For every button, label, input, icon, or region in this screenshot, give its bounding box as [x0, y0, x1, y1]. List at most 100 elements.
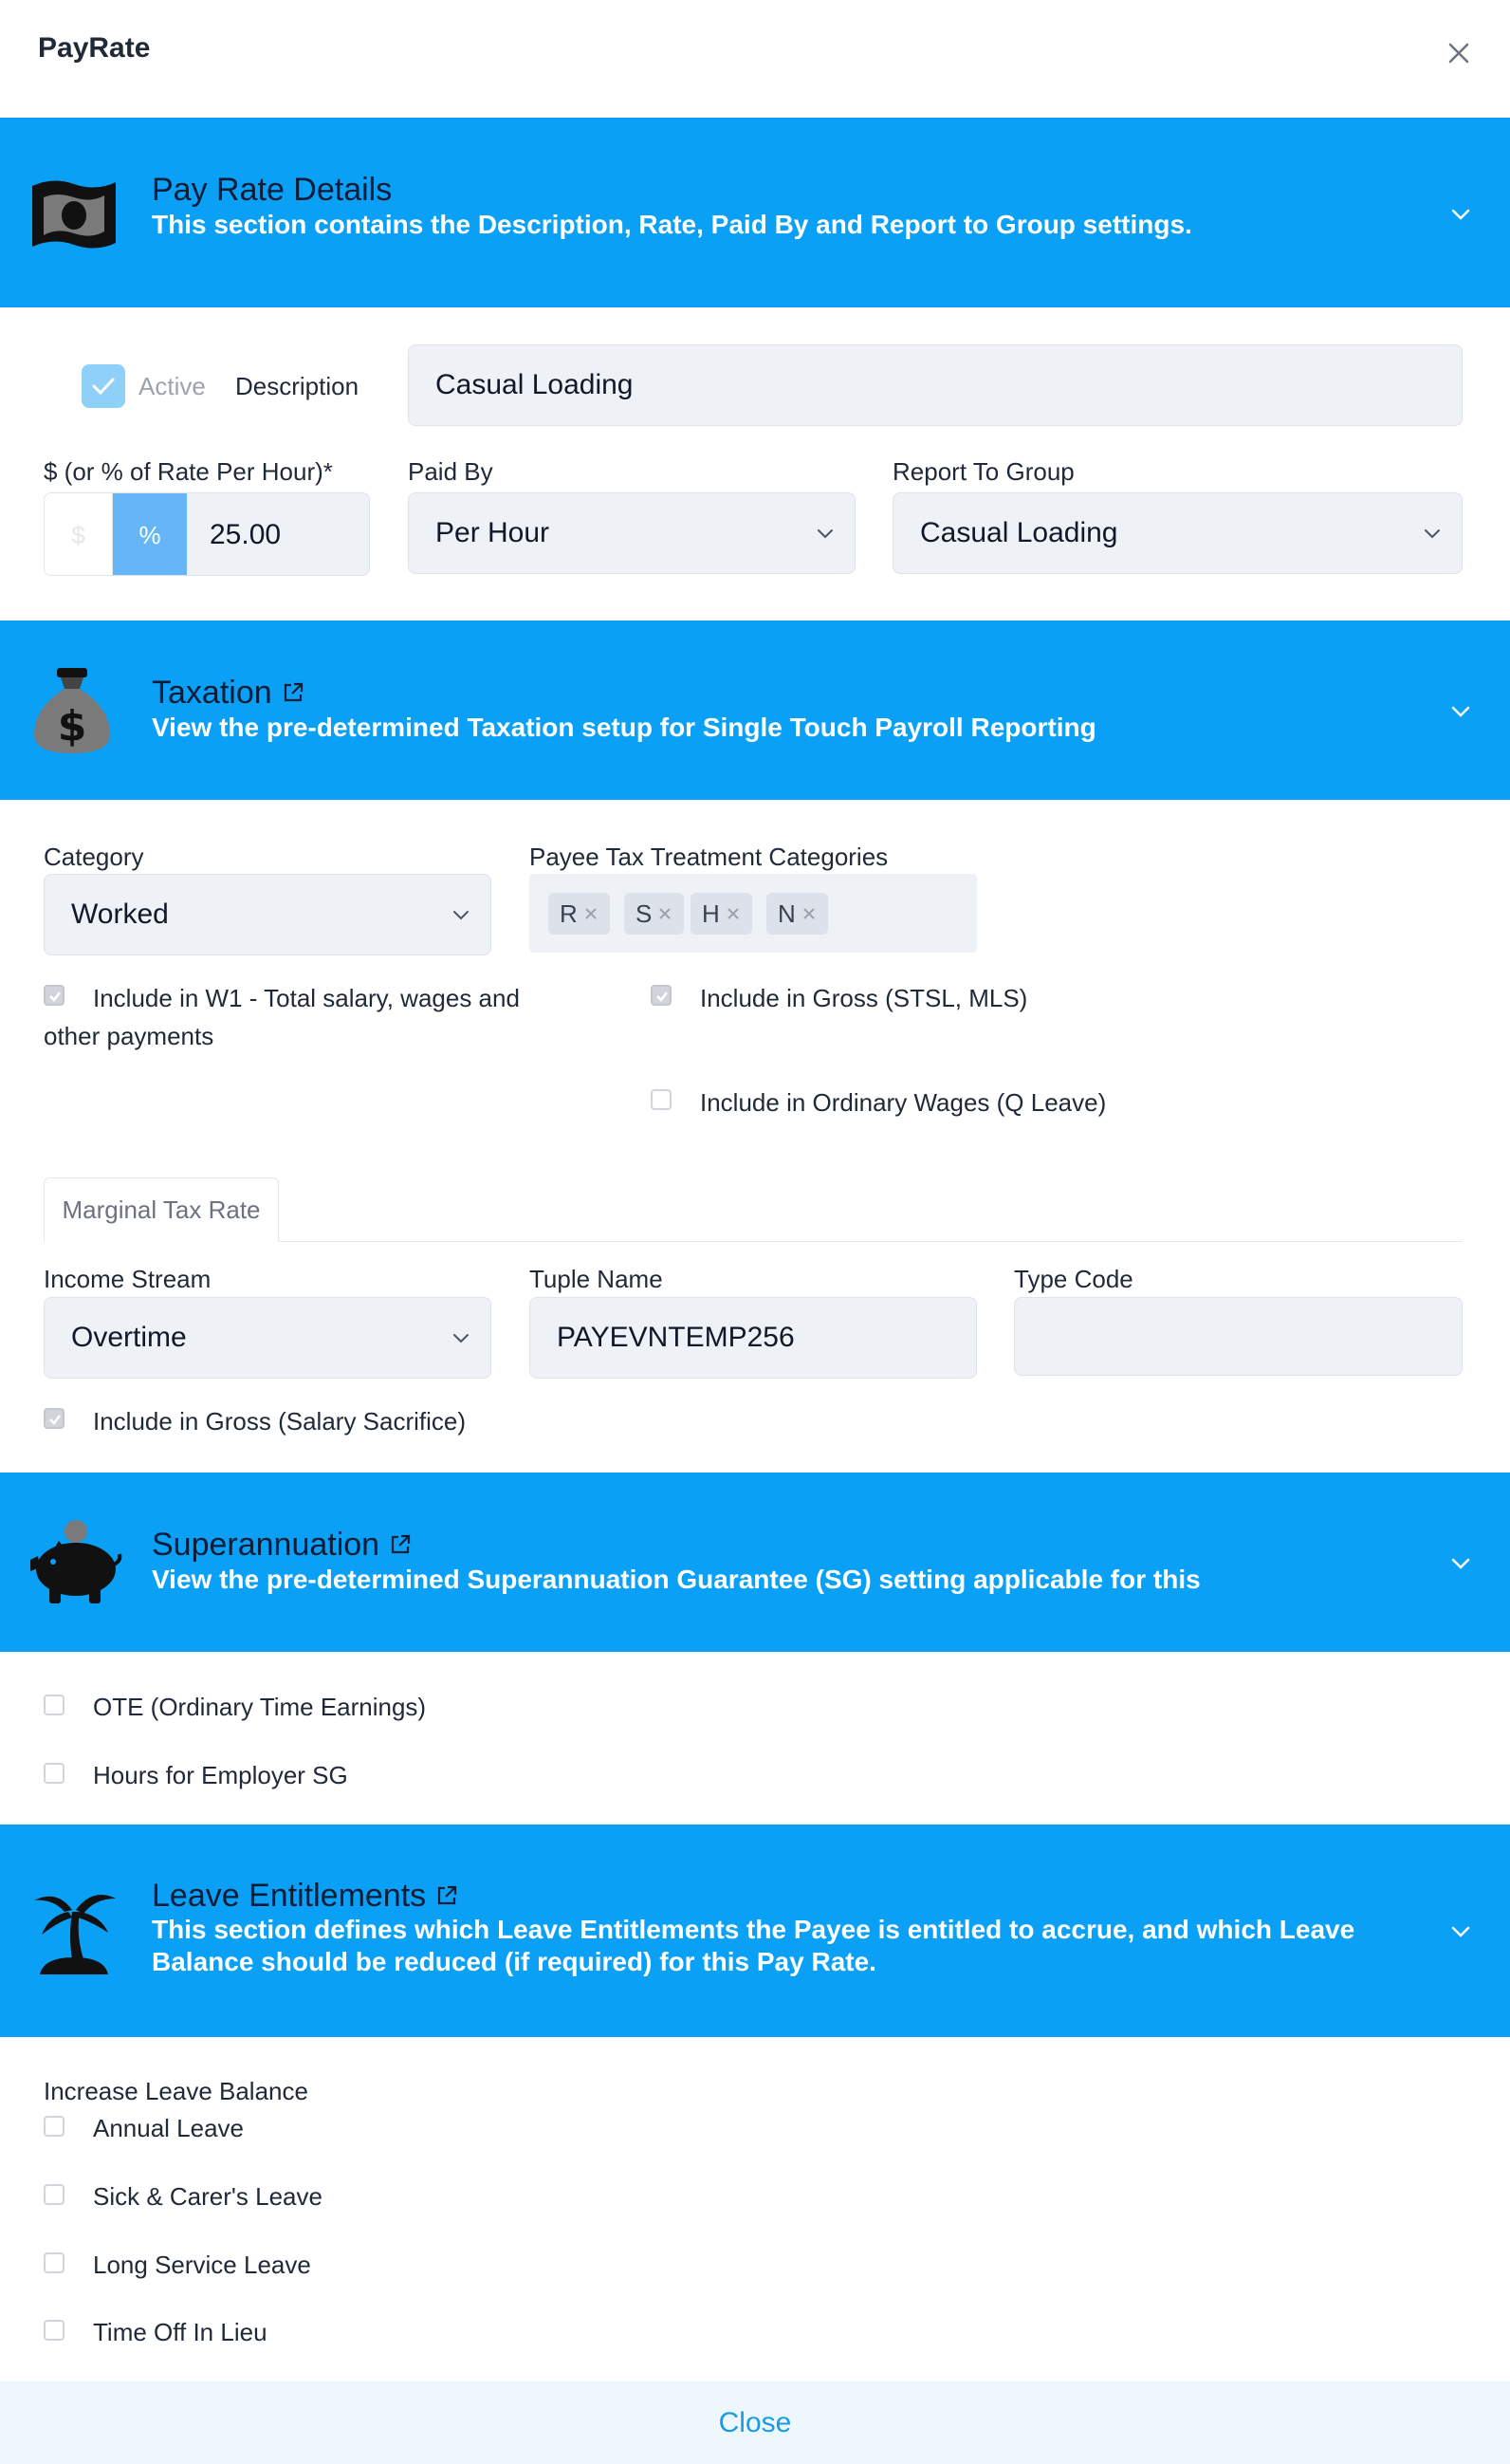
chevron-down-icon	[1425, 529, 1440, 539]
treatment-chip[interactable]: R	[548, 893, 610, 935]
leave-section-title: Leave Entitlements	[152, 1877, 460, 1915]
chip-label: N	[778, 899, 796, 928]
type-code-label: Type Code	[1014, 1265, 1133, 1293]
external-link-icon[interactable]	[387, 1531, 414, 1558]
leave-section-header[interactable]: Leave Entitlements This section defines …	[0, 1825, 1510, 2037]
percent-toggle[interactable]: %	[113, 493, 187, 575]
treatment-multiselect[interactable]: R S H N	[529, 874, 977, 953]
chip-label: S	[635, 899, 653, 928]
income-stream-value: Overtime	[71, 1322, 187, 1353]
pay-rate-section-header[interactable]: Pay Rate Details This section contains t…	[0, 118, 1510, 307]
chevron-down-icon	[818, 529, 833, 539]
taxation-section-subtitle: View the pre-determined Taxation setup f…	[152, 713, 1096, 742]
leave-section-subtitle: This section defines which Leave Entitle…	[152, 1915, 1355, 1976]
super-title-text: Superannuation	[152, 1527, 380, 1563]
super-section-subtitle: View the pre-determined Superannuation G…	[152, 1565, 1201, 1594]
time-off-in-lieu-label: Time Off In Lieu	[93, 2318, 267, 2346]
ote-checkbox[interactable]	[44, 1695, 64, 1715]
external-link-icon[interactable]	[433, 1882, 460, 1909]
long-service-leave-checkbox[interactable]	[44, 2252, 64, 2273]
sick-leave-label: Sick & Carer's Leave	[93, 2182, 322, 2211]
long-service-leave-label: Long Service Leave	[93, 2251, 311, 2279]
type-code-input[interactable]	[1014, 1297, 1463, 1376]
check-icon	[656, 991, 668, 1002]
description-input[interactable]: Casual Loading	[408, 344, 1463, 426]
island-icon	[34, 1895, 116, 1974]
close-button[interactable]: Close	[0, 2381, 1510, 2464]
chevron-down-icon	[1451, 1926, 1470, 1937]
taxation-section-header[interactable]: $ Taxation View the pre-determined Taxat…	[0, 621, 1510, 800]
pay-rate-section-title: Pay Rate Details	[152, 172, 393, 208]
money-bag-icon: $	[34, 668, 110, 753]
chevron-down-icon	[1451, 209, 1470, 220]
chip-label: R	[560, 899, 578, 928]
w1-checkbox[interactable]	[44, 985, 64, 1006]
external-link-icon[interactable]	[280, 679, 306, 706]
treatment-label: Payee Tax Treatment Categories	[529, 843, 889, 871]
category-value: Worked	[71, 899, 169, 930]
dollar-toggle[interactable]: $	[45, 493, 113, 575]
remove-icon[interactable]	[801, 906, 817, 921]
close-icon[interactable]	[1440, 34, 1478, 72]
ordinary-wages-label: Include in Ordinary Wages (Q Leave)	[700, 1088, 1107, 1117]
chevron-down-icon	[453, 1334, 469, 1343]
annual-leave-checkbox[interactable]	[44, 2116, 64, 2137]
check-icon	[92, 378, 115, 396]
treatment-chip[interactable]: N	[766, 893, 828, 935]
remove-icon[interactable]	[583, 906, 598, 921]
money-bill-icon	[32, 180, 116, 249]
chevron-down-icon	[1451, 1558, 1470, 1569]
report-group-select[interactable]: Casual Loading	[893, 492, 1463, 574]
salary-sacrifice-checkbox[interactable]	[44, 1408, 64, 1429]
treatment-chip[interactable]: S	[624, 893, 685, 935]
ote-label: OTE (Ordinary Time Earnings)	[93, 1693, 427, 1721]
tuple-name-input[interactable]: PAYEVNTEMP256	[529, 1297, 977, 1379]
modal-header: PayRate	[0, 0, 1510, 118]
leave-title-text: Leave Entitlements	[152, 1878, 427, 1914]
piggy-bank-icon	[30, 1520, 122, 1603]
taxation-section-title: Taxation	[152, 674, 306, 712]
chevron-down-icon	[1451, 706, 1470, 717]
modal-footer: Close	[0, 2381, 1510, 2464]
gross-stsl-checkbox[interactable]	[651, 985, 672, 1006]
tab-divider	[279, 1241, 1463, 1242]
remove-icon[interactable]	[726, 906, 741, 921]
treatment-chip[interactable]: H	[691, 893, 752, 935]
super-section-title: Superannuation	[152, 1526, 414, 1564]
hours-sg-label: Hours for Employer SG	[93, 1761, 348, 1789]
sick-leave-checkbox[interactable]	[44, 2184, 64, 2205]
ordinary-wages-checkbox[interactable]	[651, 1089, 672, 1110]
report-group-label: Report To Group	[893, 457, 1075, 486]
time-off-in-lieu-checkbox[interactable]	[44, 2320, 64, 2341]
rate-input-group: $ % 25.00	[44, 492, 370, 576]
chevron-down-icon	[453, 911, 469, 920]
pay-rate-section-subtitle: This section contains the Description, R…	[152, 210, 1192, 239]
w1-label-line1: Include in W1 - Total salary, wages and	[93, 984, 520, 1012]
income-stream-select[interactable]: Overtime	[44, 1297, 491, 1379]
remove-icon[interactable]	[657, 906, 672, 921]
tuple-name-label: Tuple Name	[529, 1265, 663, 1293]
description-label: Description	[235, 372, 359, 400]
active-checkbox[interactable]	[82, 364, 125, 408]
annual-leave-label: Annual Leave	[93, 2114, 245, 2142]
svg-text:$: $	[58, 702, 87, 750]
modal-title: PayRate	[38, 32, 151, 64]
hours-sg-checkbox[interactable]	[44, 1763, 64, 1784]
rate-input[interactable]: 25.00	[187, 493, 369, 575]
rate-label: $ (or % of Rate Per Hour)*	[44, 457, 333, 486]
super-section-header[interactable]: Superannuation View the pre-determined S…	[0, 1473, 1510, 1652]
chip-label: H	[702, 899, 720, 928]
paid-by-select[interactable]: Per Hour	[408, 492, 856, 574]
tab-marginal-tax-rate[interactable]: Marginal Tax Rate	[44, 1177, 279, 1242]
income-stream-label: Income Stream	[44, 1265, 212, 1293]
increase-leave-label: Increase Leave Balance	[44, 2077, 308, 2105]
check-icon	[49, 1415, 61, 1425]
category-select[interactable]: Worked	[44, 874, 491, 955]
taxation-title-text: Taxation	[152, 675, 272, 711]
gross-stsl-label: Include in Gross (STSL, MLS)	[700, 984, 1028, 1012]
paid-by-value: Per Hour	[435, 517, 550, 548]
active-label: Active	[138, 372, 206, 400]
category-label: Category	[44, 843, 144, 871]
check-icon	[49, 991, 61, 1002]
report-group-value: Casual Loading	[920, 517, 1118, 548]
